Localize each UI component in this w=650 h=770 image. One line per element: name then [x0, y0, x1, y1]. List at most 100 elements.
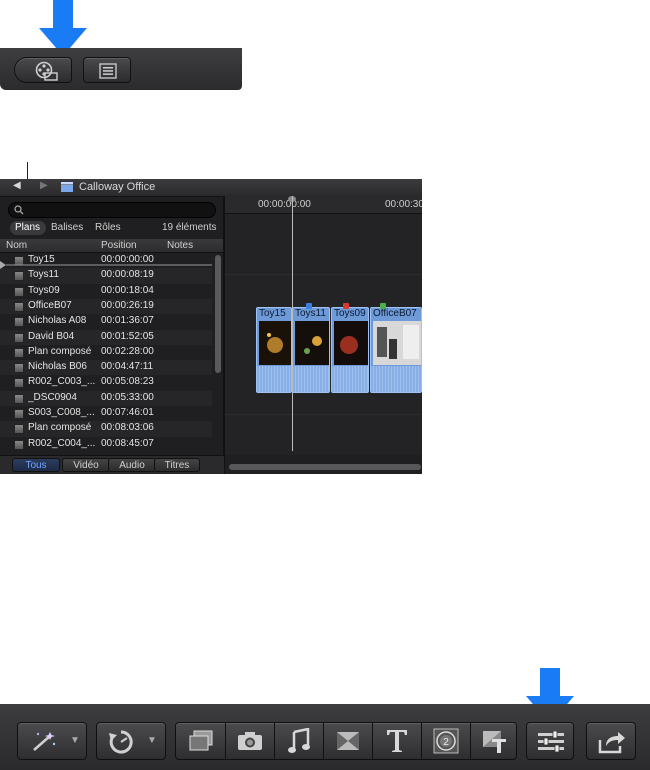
- column-name[interactable]: Nom: [6, 240, 27, 251]
- bottom-toolbar: ▼ ▼ 2: [0, 704, 650, 770]
- marker-red[interactable]: [343, 303, 349, 309]
- transitions-icon: [337, 732, 359, 750]
- filter-tab-audio[interactable]: Audio: [108, 458, 156, 472]
- playhead-indicator-icon: [0, 261, 212, 269]
- transitions-button[interactable]: [323, 723, 373, 759]
- inspector-sliders-icon: [538, 731, 564, 753]
- timeline-clip[interactable]: Toy15: [256, 307, 292, 393]
- list-item[interactable]: Toys09 00:00:18:04: [0, 284, 212, 299]
- filter-tab-titres[interactable]: Titres: [154, 458, 200, 472]
- retime-icon: [109, 730, 133, 754]
- clip-icon: [14, 347, 24, 358]
- theme-icon: [483, 731, 506, 753]
- search-input[interactable]: [25, 203, 209, 217]
- filter-tab-video[interactable]: Vidéo: [62, 458, 110, 472]
- audio-waveform: [293, 366, 329, 392]
- photos-button[interactable]: [225, 723, 275, 759]
- share-button[interactable]: [586, 722, 636, 760]
- generator-icon: 2: [433, 728, 459, 754]
- clip-thumbnail: [295, 321, 329, 365]
- generators-button[interactable]: 2: [421, 723, 471, 759]
- video-effects-icon: [189, 730, 213, 751]
- share-icon: [598, 732, 625, 754]
- list-item[interactable]: _DSC0904 00:05:33:00: [0, 390, 212, 406]
- panel-header: ◀ ▶ Calloway Office: [0, 179, 422, 197]
- forward-arrow-icon[interactable]: ▶: [40, 180, 48, 191]
- list-item[interactable]: S003_C008_... 00:07:46:01: [0, 406, 212, 421]
- audio-waveform: [257, 366, 291, 392]
- audio-waveform: [332, 366, 368, 392]
- column-notes[interactable]: Notes: [167, 240, 193, 251]
- clip-icon: [14, 271, 24, 282]
- music-button[interactable]: [274, 723, 324, 759]
- filter-tab-tous[interactable]: Tous: [12, 458, 60, 472]
- timeline-clip[interactable]: Toys09: [331, 307, 369, 393]
- film-reel-icon: [35, 61, 58, 81]
- list-item[interactable]: R002_C003_... 00:05:08:23: [0, 375, 212, 390]
- inspector-button[interactable]: [526, 722, 574, 760]
- clip-icon: [14, 409, 24, 419]
- themes-button[interactable]: [470, 723, 518, 759]
- list-item[interactable]: Nicholas B06 00:04:47:11: [0, 360, 212, 376]
- timecode-30s: 00:00:30: [385, 199, 422, 210]
- media-browsers-group: 2: [175, 722, 517, 760]
- chevron-down-icon: ▼: [70, 735, 80, 746]
- clip-thumbnail: [373, 321, 421, 365]
- music-icon: [288, 728, 310, 753]
- clip-thumbnail: [334, 321, 368, 365]
- clip-icon: [14, 301, 24, 312]
- retime-menu-button[interactable]: ▼: [96, 722, 166, 760]
- clip-icon: [14, 332, 24, 343]
- clip-icon: [14, 424, 24, 435]
- marker-green[interactable]: [380, 303, 386, 309]
- clip-browser-button[interactable]: [14, 57, 72, 83]
- timeline-tracks[interactable]: Toy15 Toys11 Toys09 OfficeB07: [225, 214, 422, 455]
- timeline-clip[interactable]: OfficeB07: [370, 307, 422, 393]
- project-title: Calloway Office: [79, 181, 156, 193]
- timecode-start: 00:00:00:00: [258, 199, 311, 210]
- clapper-icon: [61, 182, 73, 192]
- list-item[interactable]: R002_C004_... 00:08:45:07: [0, 437, 212, 452]
- top-toolbar: [0, 48, 242, 90]
- timeline-scrollbar[interactable]: [229, 464, 421, 470]
- timeline-ruler[interactable]: 00:00:00:00 00:00:30: [225, 196, 422, 214]
- list-item[interactable]: Nicholas A08 00:01:36:07: [0, 314, 212, 329]
- list-item[interactable]: Toys11 00:00:08:19: [0, 268, 212, 284]
- photo-icon: [238, 732, 262, 750]
- timeline-clip[interactable]: Toys11: [292, 307, 330, 393]
- back-arrow-icon[interactable]: ◀: [13, 180, 21, 191]
- titles-button[interactable]: [372, 723, 422, 759]
- magic-wand-icon: [33, 732, 56, 751]
- list-item[interactable]: David B04 00:01:52:05: [0, 329, 212, 345]
- chevron-down-icon: ▼: [147, 735, 157, 746]
- item-count: 19 éléments: [162, 222, 217, 233]
- marker-blue[interactable]: [306, 303, 312, 309]
- clip-icon: [14, 286, 24, 297]
- tab-roles[interactable]: Rôles: [95, 222, 121, 233]
- clip-thumbnail: [259, 321, 291, 365]
- search-field[interactable]: [8, 202, 216, 218]
- enhancements-menu-button[interactable]: ▼: [17, 722, 87, 760]
- timeline-index-button[interactable]: [83, 57, 131, 83]
- tab-balises[interactable]: Balises: [51, 222, 83, 233]
- clip-icon: [14, 439, 24, 450]
- title-icon: [387, 730, 407, 752]
- list-item[interactable]: Plan composé 00:02:28:00: [0, 345, 212, 360]
- video-effects-button[interactable]: [176, 723, 226, 759]
- svg-text:2: 2: [443, 737, 449, 748]
- list-header: Nom Position Notes: [0, 239, 224, 253]
- search-icon: [14, 205, 24, 215]
- list-scrollbar[interactable]: [215, 255, 221, 373]
- list-item[interactable]: OfficeB07 00:00:26:19: [0, 298, 212, 315]
- clip-icon: [14, 363, 24, 374]
- column-position[interactable]: Position: [101, 240, 137, 251]
- clip-icon: [14, 378, 24, 389]
- audio-waveform: [371, 366, 421, 392]
- filter-tabs: Tous Vidéo Audio Titres: [0, 455, 224, 474]
- list-item[interactable]: Plan composé 00:08:03:06: [0, 421, 212, 437]
- clip-icon: [14, 317, 24, 328]
- playhead[interactable]: [292, 196, 293, 451]
- index-list-icon: [99, 63, 117, 79]
- tab-plans-label: Plans: [15, 222, 41, 233]
- clip-icon: [14, 393, 24, 404]
